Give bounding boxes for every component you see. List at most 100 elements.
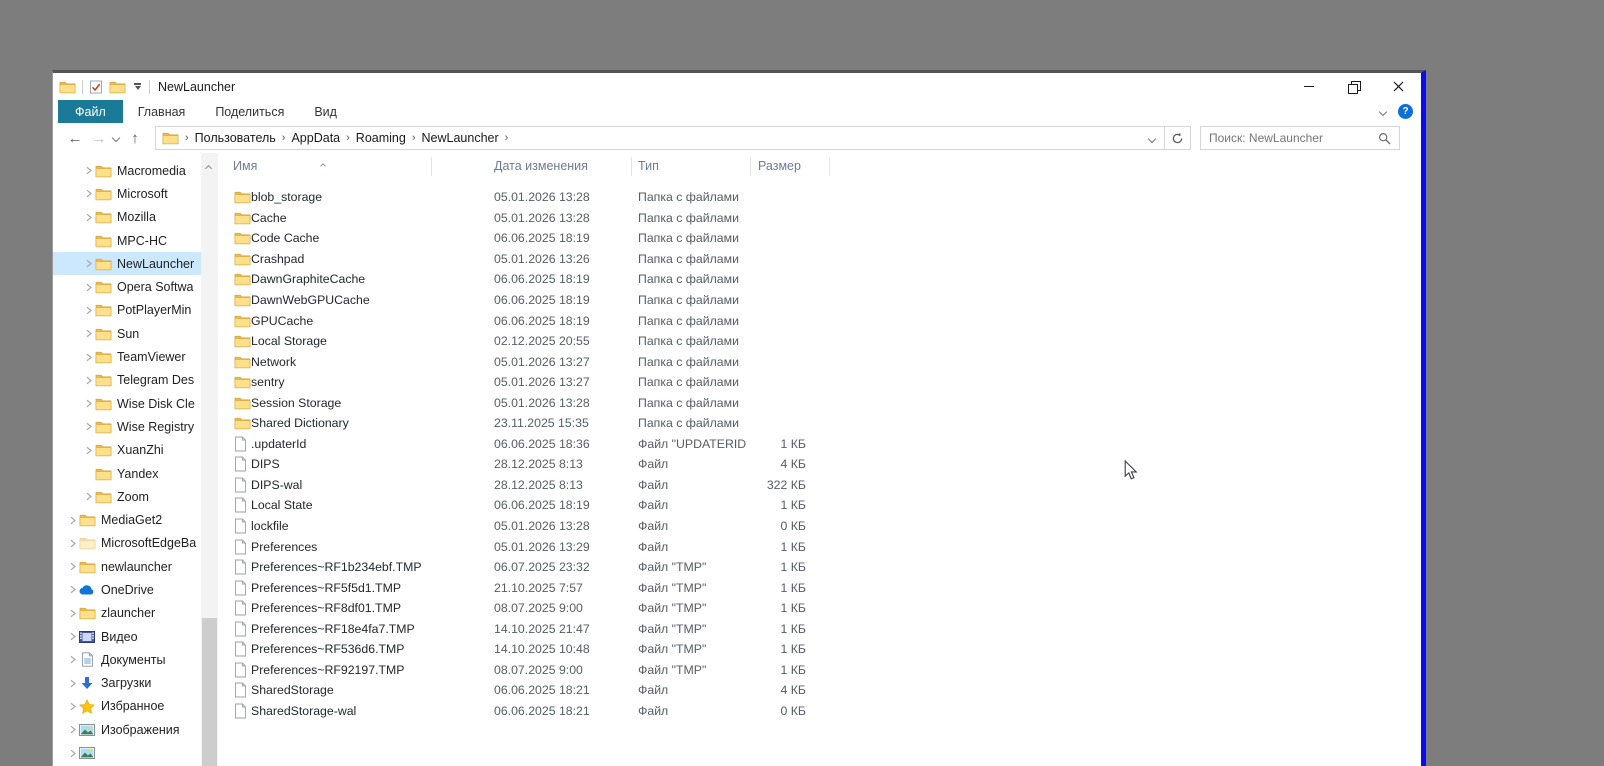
table-row[interactable]: SharedStorage-wal06.06.2025 18:21Файл0 К… xyxy=(218,701,1421,722)
tree-expand-icon[interactable] xyxy=(67,562,78,571)
tree-expand-icon[interactable] xyxy=(67,585,78,594)
table-row[interactable]: Session Storage05.01.2026 13:28Папка с ф… xyxy=(218,392,1421,413)
table-row[interactable]: Preferences05.01.2026 13:29Файл1 КБ xyxy=(218,536,1421,557)
properties-check-icon[interactable] xyxy=(89,80,103,94)
table-row[interactable]: Preferences~RF18e4fa7.TMP14.10.2025 21:4… xyxy=(218,618,1421,639)
sidebar-item[interactable]: MPC-HC xyxy=(53,229,201,252)
breadcrumb-item[interactable]: NewLauncher xyxy=(422,131,499,145)
table-row[interactable]: Cache05.01.2026 13:28Папка с файлами xyxy=(218,208,1421,229)
refresh-button[interactable] xyxy=(1165,126,1191,150)
sidebar-item[interactable]: Wise Disk Cle xyxy=(53,392,201,415)
sidebar-item[interactable]: TeamViewer xyxy=(53,345,201,368)
tree-expand-icon[interactable] xyxy=(83,283,94,292)
minimize-button[interactable] xyxy=(1286,73,1331,100)
table-row[interactable]: GPUCache06.06.2025 18:19Папка с файлами xyxy=(218,310,1421,331)
tree-expand-icon[interactable] xyxy=(83,422,94,431)
tab-file[interactable]: Файл xyxy=(58,100,123,123)
sidebar-item[interactable]: Sun xyxy=(53,322,201,345)
tree-expand-icon[interactable] xyxy=(83,446,94,455)
tab-home[interactable]: Главная xyxy=(123,100,201,123)
tree-expand-icon[interactable] xyxy=(67,655,78,664)
search-input[interactable]: Поиск: NewLauncher xyxy=(1200,126,1400,150)
column-divider[interactable] xyxy=(431,157,432,176)
tree-expand-icon[interactable] xyxy=(83,399,94,408)
table-row[interactable]: DawnGraphiteCache06.06.2025 18:19Папка с… xyxy=(218,269,1421,290)
back-button[interactable]: ← xyxy=(63,130,87,147)
tree-expand-icon[interactable] xyxy=(67,516,78,525)
table-row[interactable]: Preferences~RF536d6.TMP14.10.2025 10:48Ф… xyxy=(218,639,1421,660)
sidebar-item[interactable]: Видео xyxy=(53,625,201,648)
sidebar-item[interactable]: Opera Softwa xyxy=(53,275,201,298)
table-row[interactable]: sentry05.01.2026 13:27Папка с файлами xyxy=(218,372,1421,393)
sidebar-item[interactable]: Mozilla xyxy=(53,206,201,229)
table-row[interactable]: .updaterId06.06.2025 18:36Файл "UPDATERI… xyxy=(218,434,1421,455)
close-button[interactable] xyxy=(1376,73,1421,100)
column-divider[interactable] xyxy=(829,157,830,176)
table-row[interactable]: DIPS28.12.2025 8:13Файл4 КБ xyxy=(218,454,1421,475)
table-row[interactable]: Preferences~RF8df01.TMP08.07.2025 9:00Фа… xyxy=(218,598,1421,619)
table-row[interactable]: lockfile05.01.2026 13:28Файл0 КБ xyxy=(218,516,1421,537)
sidebar-item[interactable]: MediaGet2 xyxy=(53,508,201,531)
table-row[interactable]: Crashpad05.01.2026 13:26Папка с файлами xyxy=(218,249,1421,270)
tree-expand-icon[interactable] xyxy=(67,609,78,618)
tree-expand-icon[interactable] xyxy=(83,259,94,268)
column-header-type[interactable]: Тип xyxy=(638,159,659,173)
table-row[interactable]: Preferences~RF92197.TMP08.07.2025 9:00Фа… xyxy=(218,660,1421,681)
sidebar-item[interactable]: PotPlayerMin xyxy=(53,299,201,322)
tree-expand-icon[interactable] xyxy=(83,166,94,175)
tree-expand-icon[interactable] xyxy=(67,749,78,758)
sidebar-item[interactable]: Документы xyxy=(53,648,201,671)
address-bar[interactable]: ›Пользователь›AppData›Roaming›NewLaunche… xyxy=(155,126,1165,150)
column-divider[interactable] xyxy=(631,157,632,176)
breadcrumb-separator-icon[interactable]: › xyxy=(345,132,351,144)
table-row[interactable]: Local Storage02.12.2025 20:55Папка с фай… xyxy=(218,331,1421,352)
tree-expand-icon[interactable] xyxy=(83,329,94,338)
customize-toolbar-dropdown-icon[interactable] xyxy=(132,81,143,92)
sidebar-item[interactable]: Telegram Des xyxy=(53,369,201,392)
sidebar-item[interactable]: OneDrive xyxy=(53,578,201,601)
tree-expand-icon[interactable] xyxy=(83,306,94,315)
breadcrumb-separator-icon[interactable]: › xyxy=(184,132,190,144)
tree-expand-icon[interactable] xyxy=(83,492,94,501)
search-icon[interactable] xyxy=(1370,132,1399,145)
table-row[interactable]: SharedStorage06.06.2025 18:21Файл4 КБ xyxy=(218,680,1421,701)
column-header-size[interactable]: Размер xyxy=(758,159,801,173)
tree-expand-icon[interactable] xyxy=(83,376,94,385)
sidebar-item[interactable]: Wise Registry xyxy=(53,415,201,438)
table-row[interactable]: Preferences~RF5f5d1.TMP21.10.2025 7:57Фа… xyxy=(218,577,1421,598)
breadcrumb-item[interactable]: AppData xyxy=(291,131,340,145)
sidebar-item[interactable]: MicrosoftEdgeBa xyxy=(53,532,201,555)
scroll-up-icon[interactable] xyxy=(205,165,212,172)
sidebar-item[interactable] xyxy=(53,741,201,764)
sidebar-item[interactable]: Загрузки xyxy=(53,672,201,695)
sidebar-item[interactable]: Zoom xyxy=(53,485,201,508)
tree-expand-icon[interactable] xyxy=(67,632,78,641)
tree-expand-icon[interactable] xyxy=(67,539,78,548)
address-dropdown-icon[interactable] xyxy=(1148,135,1156,143)
tree-expand-icon[interactable] xyxy=(83,353,94,362)
breadcrumb-separator-icon[interactable]: › xyxy=(411,132,417,144)
sidebar-scrollbar[interactable] xyxy=(201,153,218,766)
table-row[interactable]: Network05.01.2026 13:27Папка с файлами xyxy=(218,351,1421,372)
table-row[interactable]: Shared Dictionary23.11.2025 15:35Папка с… xyxy=(218,413,1421,434)
table-row[interactable]: Preferences~RF1b234ebf.TMP06.07.2025 23:… xyxy=(218,557,1421,578)
tab-view[interactable]: Вид xyxy=(299,100,352,123)
sidebar-item[interactable]: XuanZhi xyxy=(53,439,201,462)
up-button[interactable]: ↑ xyxy=(123,130,147,147)
table-row[interactable]: Local State06.06.2025 18:19Файл1 КБ xyxy=(218,495,1421,516)
breadcrumb-separator-icon[interactable]: › xyxy=(281,132,287,144)
expand-ribbon-icon[interactable] xyxy=(1379,107,1387,115)
column-header-date[interactable]: Дата изменения xyxy=(494,159,588,173)
recent-locations-dropdown-icon[interactable] xyxy=(112,134,120,142)
table-row[interactable]: DawnWebGPUCache06.06.2025 18:19Папка с ф… xyxy=(218,290,1421,311)
tree-expand-icon[interactable] xyxy=(83,213,94,222)
sidebar-item[interactable]: Yandex xyxy=(53,462,201,485)
tree-expand-icon[interactable] xyxy=(67,725,78,734)
column-divider[interactable] xyxy=(750,157,751,176)
tree-expand-icon[interactable] xyxy=(83,189,94,198)
tree-expand-icon[interactable] xyxy=(67,702,78,711)
table-row[interactable]: blob_storage05.01.2026 13:28Папка с файл… xyxy=(218,187,1421,208)
sidebar-item[interactable]: Macromedia xyxy=(53,159,201,182)
breadcrumb-item[interactable]: Пользователь xyxy=(195,131,276,145)
tab-share[interactable]: Поделиться xyxy=(200,100,299,123)
